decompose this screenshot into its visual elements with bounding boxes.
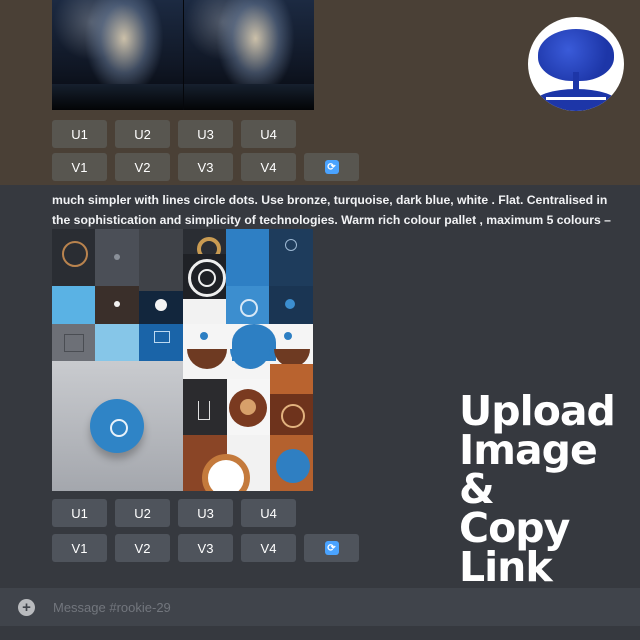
prompt-line-2: the sophistication and simplicity of tec… bbox=[52, 213, 611, 227]
prev-u1-button[interactable]: U1 bbox=[52, 120, 107, 148]
v2-button[interactable]: V2 bbox=[115, 534, 170, 562]
v1-button[interactable]: V1 bbox=[52, 534, 107, 562]
previous-result-image[interactable] bbox=[52, 0, 314, 110]
prev-v2-button[interactable]: V2 bbox=[115, 153, 170, 181]
prev-v1-button[interactable]: V1 bbox=[52, 153, 107, 181]
plus-circle-icon[interactable]: + bbox=[18, 598, 35, 616]
variation-row: V1 V2 V3 V4 ⟳ bbox=[52, 534, 359, 562]
prompt-line-1: much simpler with lines circle dots. Use… bbox=[52, 193, 608, 207]
prev-reroll-button[interactable]: ⟳ bbox=[304, 153, 359, 181]
prev-u4-button[interactable]: U4 bbox=[241, 120, 296, 148]
prev-variation-row: V1 V2 V3 V4 ⟳ bbox=[52, 153, 359, 181]
prev-u3-button[interactable]: U3 bbox=[178, 120, 233, 148]
tree-logo-icon bbox=[528, 17, 624, 111]
prev-upscale-row: U1 U2 U3 U4 bbox=[52, 120, 296, 148]
reroll-button[interactable]: ⟳ bbox=[304, 534, 359, 562]
message-input[interactable] bbox=[51, 598, 555, 616]
u4-button[interactable]: U4 bbox=[241, 499, 296, 527]
prev-v4-button[interactable]: V4 bbox=[241, 153, 296, 181]
overlay-caption: Upload Image & Copy Link bbox=[459, 391, 640, 591]
upscale-row: U1 U2 U3 U4 bbox=[52, 499, 296, 527]
prompt-text: much simpler with lines circle dots. Use… bbox=[52, 190, 640, 230]
generated-image-grid[interactable] bbox=[52, 229, 313, 491]
refresh-icon: ⟳ bbox=[324, 541, 339, 555]
u2-button[interactable]: U2 bbox=[115, 499, 170, 527]
caption-line-2: Image & bbox=[459, 426, 598, 513]
previous-message-area: U1 U2 U3 U4 V1 V2 V3 V4 ⟳ bbox=[0, 0, 640, 185]
prev-v3-button[interactable]: V3 bbox=[178, 153, 233, 181]
galaxy-image-left bbox=[52, 0, 184, 110]
message-composer: + bbox=[0, 588, 640, 626]
prev-u2-button[interactable]: U2 bbox=[115, 120, 170, 148]
v3-button[interactable]: V3 bbox=[178, 534, 233, 562]
galaxy-image-right bbox=[183, 0, 314, 110]
u3-button[interactable]: U3 bbox=[178, 499, 233, 527]
u1-button[interactable]: U1 bbox=[52, 499, 107, 527]
refresh-icon: ⟳ bbox=[324, 160, 339, 174]
caption-line-4: Link bbox=[459, 543, 553, 591]
v4-button[interactable]: V4 bbox=[241, 534, 296, 562]
